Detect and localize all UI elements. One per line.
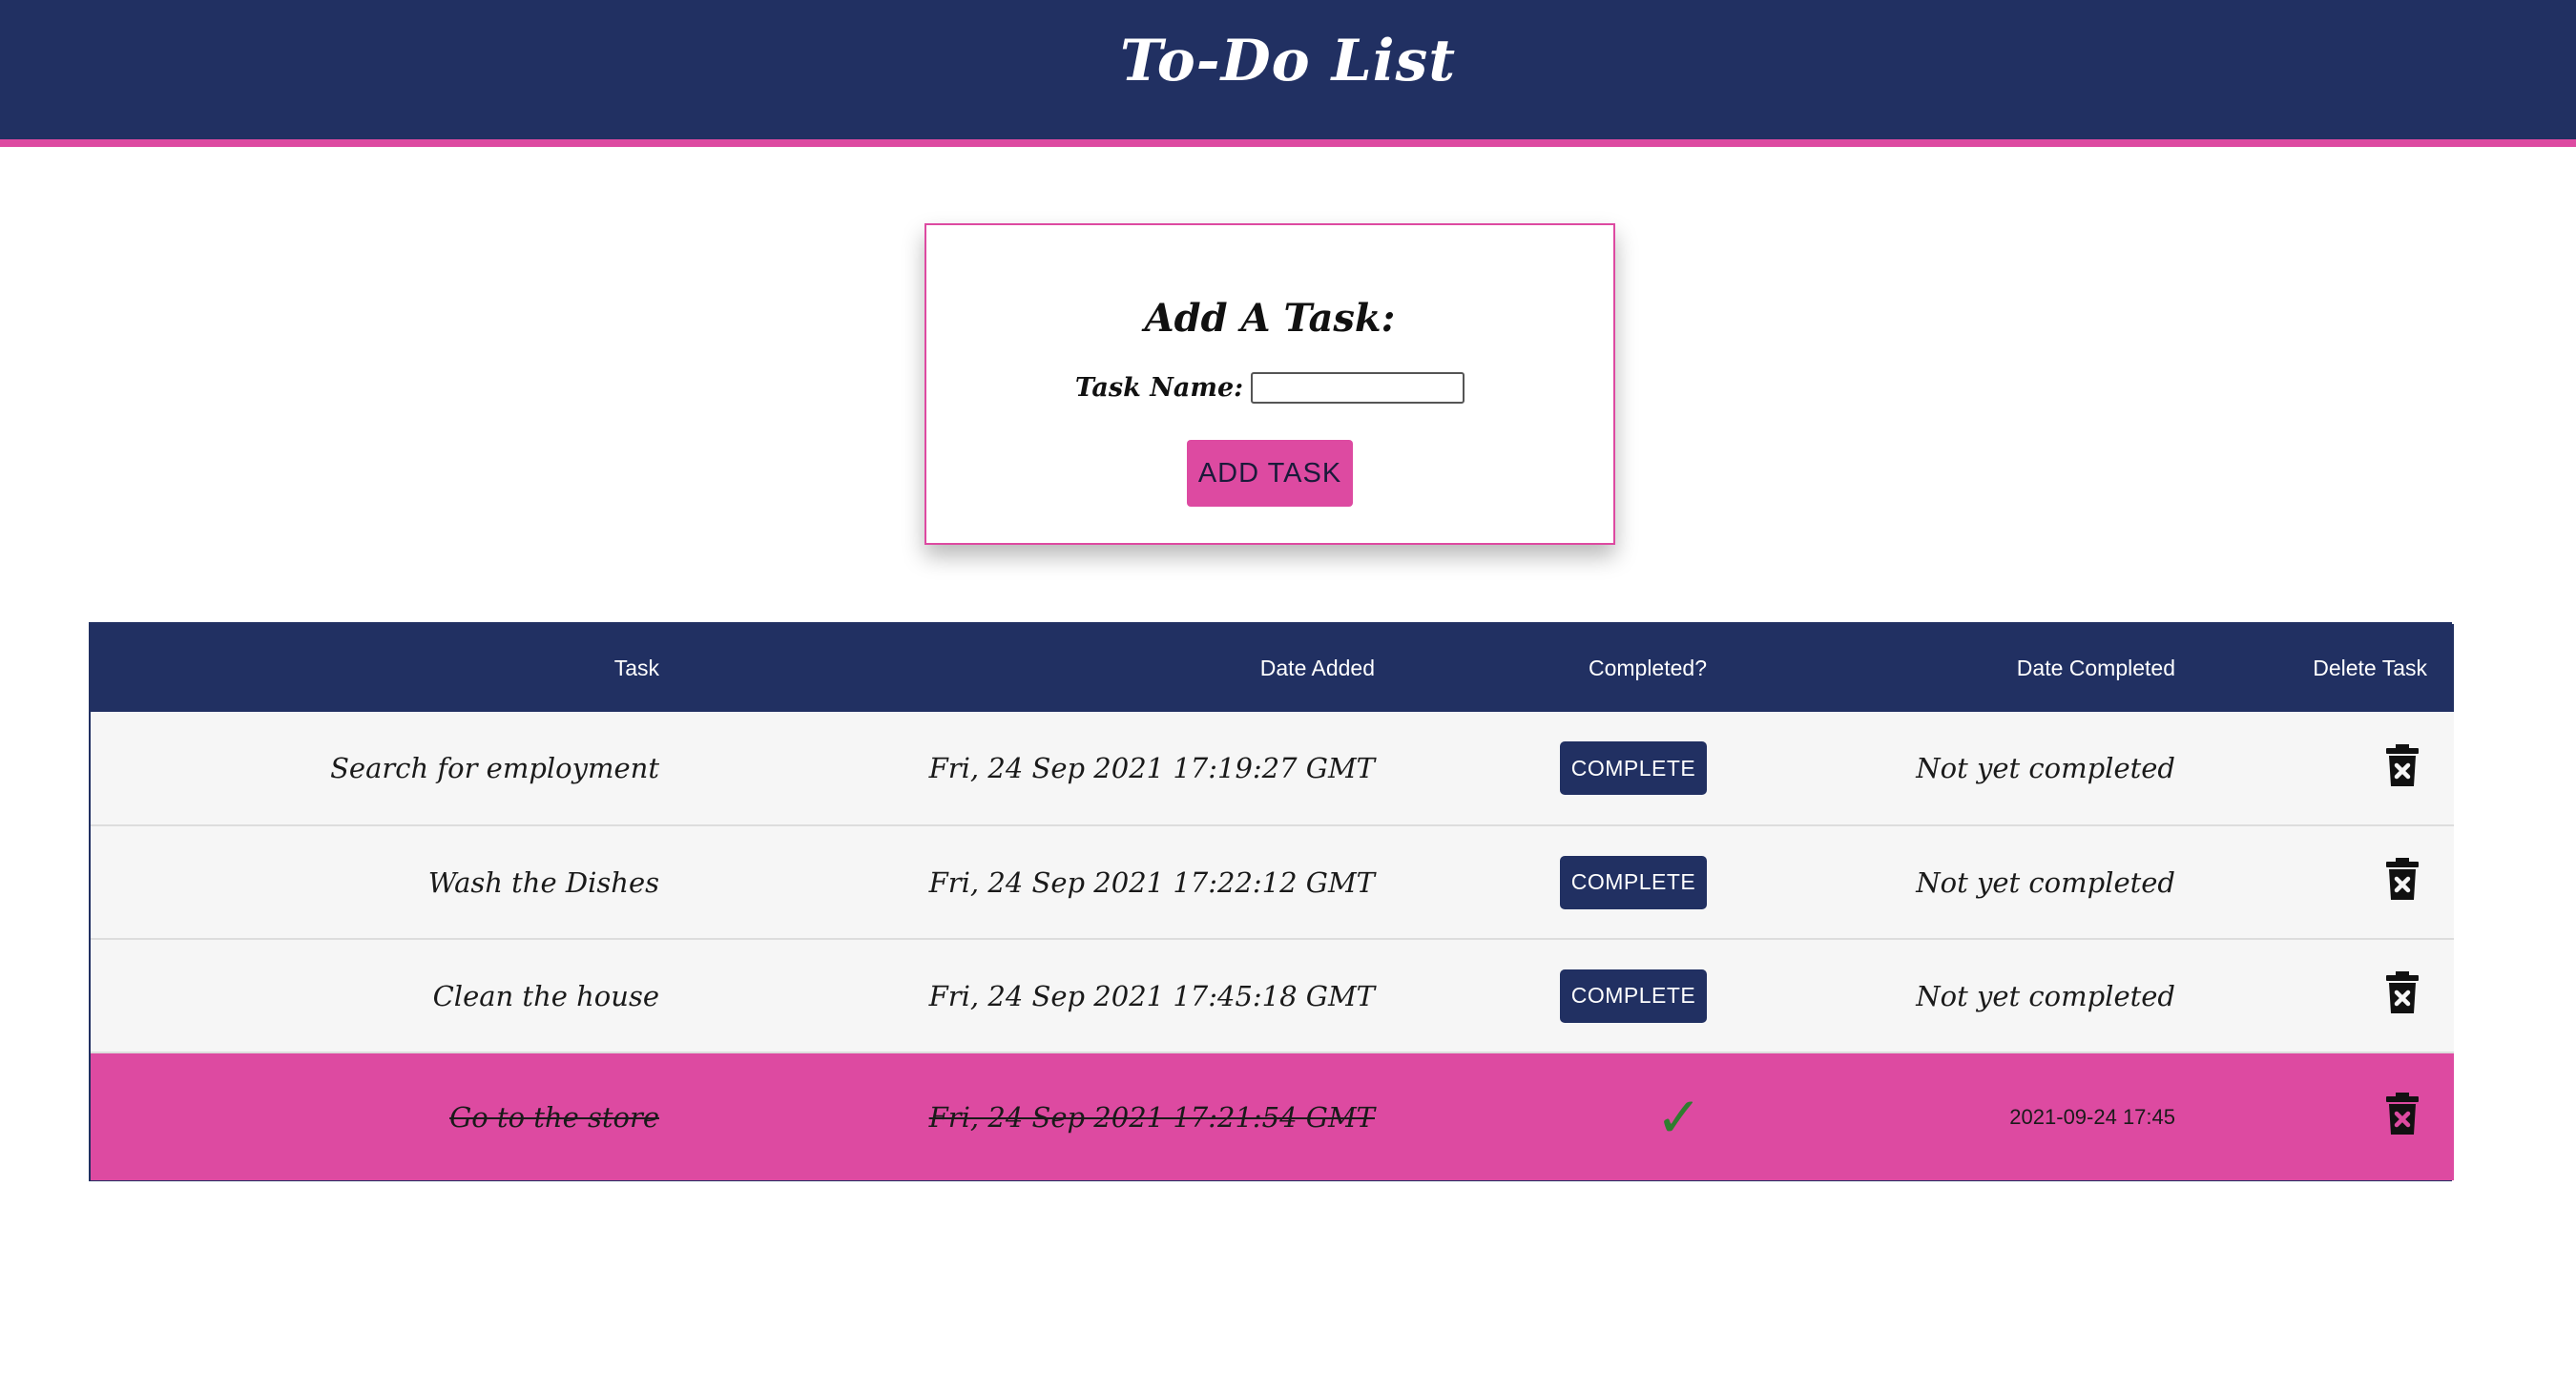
column-header-delete-task: Delete Task	[2313, 655, 2427, 680]
trash-icon[interactable]	[2386, 1093, 2419, 1141]
task-table: Task Date Added Completed? Date Complete…	[89, 622, 2454, 1181]
task-name: Wash the Dishes	[427, 865, 659, 899]
add-task-button[interactable]: ADD TASK	[1187, 440, 1353, 507]
date-completed: Not yet completed	[1916, 979, 2175, 1012]
task-name: Search for employment	[330, 752, 659, 784]
column-header-date-completed: Date Completed	[2016, 655, 2175, 680]
app-header: To-Do List	[0, 0, 2576, 147]
page-title: To-Do List	[1119, 28, 1457, 94]
column-header-date-added: Date Added	[1259, 655, 1375, 680]
table-row: Search for employment Fri, 24 Sep 2021 1…	[91, 712, 2454, 825]
check-icon: ✓	[1655, 1084, 1702, 1150]
date-added: Fri, 24 Sep 2021 17:21:54 GMT	[928, 1100, 1375, 1134]
trash-icon[interactable]	[2386, 858, 2419, 906]
date-added: Fri, 24 Sep 2021 17:22:12 GMT	[928, 865, 1375, 899]
column-header-task: Task	[613, 655, 659, 680]
task-name: Clean the house	[432, 979, 659, 1012]
task-name-row: Task Name:	[926, 372, 1613, 404]
date-added: Fri, 24 Sep 2021 17:45:18 GMT	[928, 979, 1375, 1012]
complete-button[interactable]: COMPLETE	[1560, 741, 1707, 795]
complete-button[interactable]: COMPLETE	[1560, 969, 1707, 1023]
date-completed: Not yet completed	[1916, 865, 2175, 899]
form-title: Add A Task:	[1144, 296, 1396, 341]
task-name: Go to the store	[449, 1100, 659, 1134]
complete-button[interactable]: COMPLETE	[1560, 855, 1707, 909]
trash-icon[interactable]	[2386, 743, 2419, 793]
column-header-completed: Completed?	[1588, 655, 1707, 680]
trash-icon[interactable]	[2386, 971, 2419, 1020]
add-task-form: Add A Task: Task Name: ADD TASK	[924, 223, 1615, 545]
task-name-input[interactable]	[1251, 372, 1465, 404]
date-added: Fri, 24 Sep 2021 17:19:27 GMT	[928, 752, 1375, 784]
table-row: Clean the house Fri, 24 Sep 2021 17:45:1…	[91, 939, 2454, 1052]
date-completed: 2021-09-24 17:45	[2009, 1104, 2175, 1129]
table-row-completed: Go to the store Fri, 24 Sep 2021 17:21:5…	[91, 1052, 2454, 1180]
task-name-label: Task Name:	[1074, 373, 1244, 403]
table-header-row: Task Date Added Completed? Date Complete…	[91, 624, 2454, 712]
date-completed: Not yet completed	[1916, 752, 2175, 784]
table-row: Wash the Dishes Fri, 24 Sep 2021 17:22:1…	[91, 825, 2454, 939]
